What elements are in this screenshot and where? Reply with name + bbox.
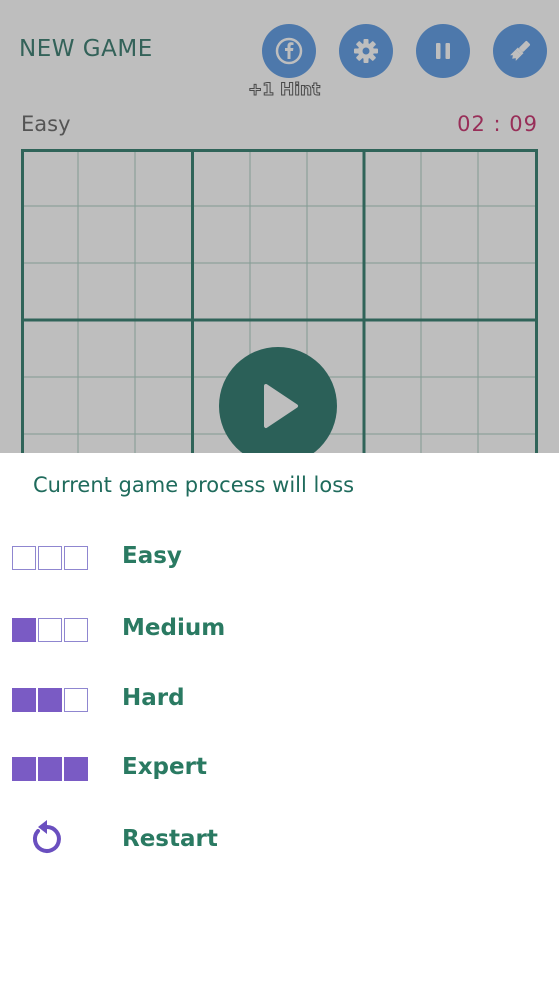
difficulty-square: [64, 688, 88, 712]
option-expert[interactable]: Expert: [0, 754, 559, 817]
dim-overlay[interactable]: [0, 0, 559, 453]
difficulty-square: [38, 546, 62, 570]
difficulty-square: [38, 618, 62, 642]
option-label: Medium: [122, 615, 226, 641]
difficulty-square: [12, 618, 36, 642]
difficulty-square: [12, 688, 36, 712]
option-easy[interactable]: Easy: [0, 543, 559, 606]
difficulty-square: [64, 618, 88, 642]
option-restart[interactable]: Restart: [0, 820, 559, 889]
option-medium[interactable]: Medium: [0, 615, 559, 678]
option-label: Easy: [122, 543, 182, 569]
difficulty-square: [64, 757, 88, 781]
restart-icon: [32, 820, 61, 853]
difficulty-square: [64, 546, 88, 570]
difficulty-square: [38, 688, 62, 712]
difficulty-square: [38, 757, 62, 781]
new-game-sheet: Current game process will loss Easy Medi…: [0, 453, 559, 1000]
option-label: Restart: [122, 826, 218, 852]
difficulty-square: [12, 546, 36, 570]
difficulty-square: [12, 757, 36, 781]
option-hard[interactable]: Hard: [0, 685, 559, 748]
option-label: Hard: [122, 685, 185, 711]
option-label: Expert: [122, 754, 207, 780]
sheet-title: Current game process will loss: [33, 473, 355, 497]
